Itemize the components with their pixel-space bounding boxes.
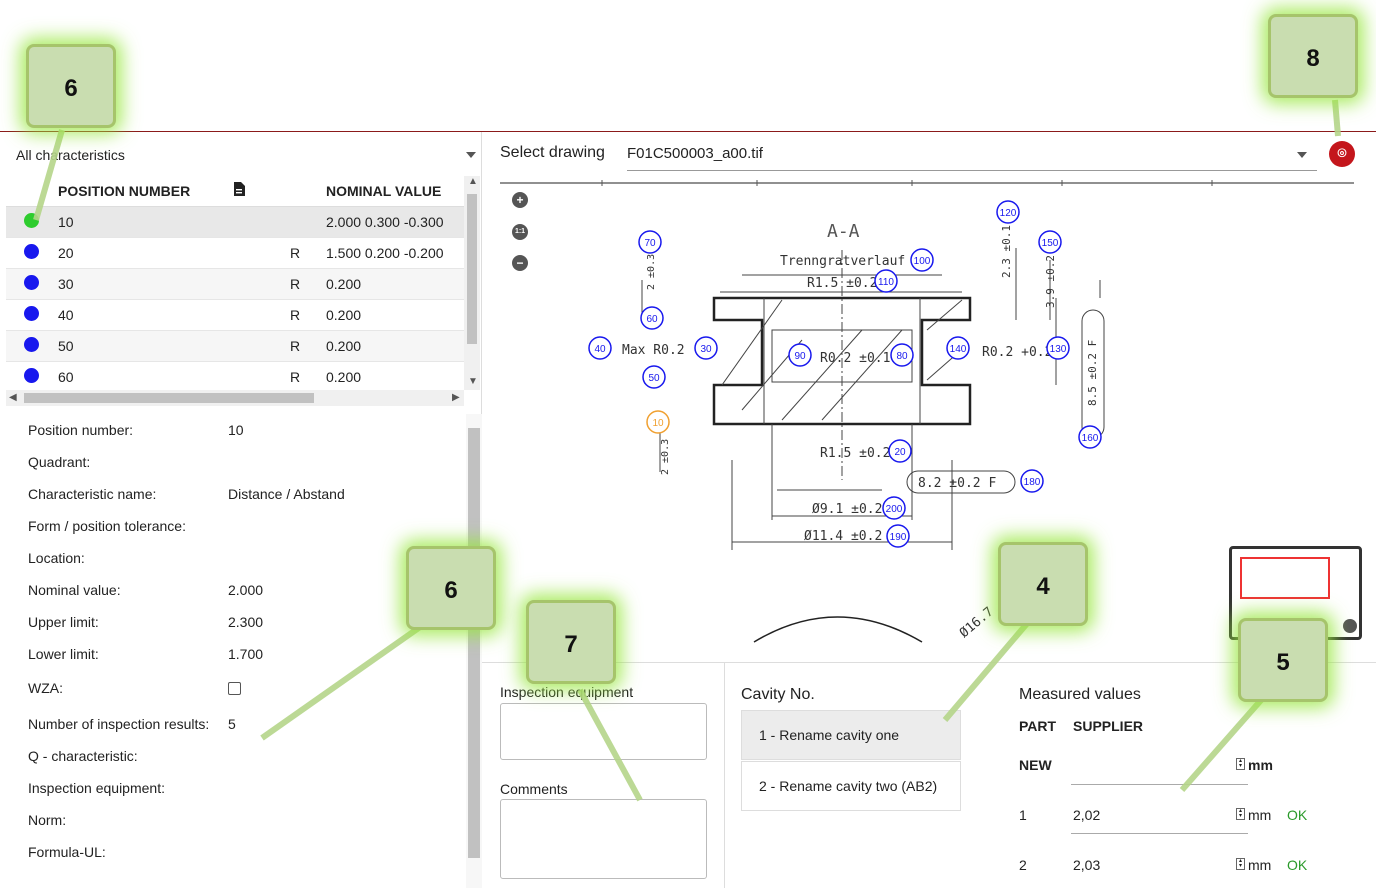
callout-pointers <box>33 99 1341 802</box>
callout-6-mid: 6 <box>406 546 496 630</box>
callout-6-top: 6 <box>26 44 116 128</box>
callout-5: 5 <box>1238 618 1328 702</box>
callout-7: 7 <box>526 600 616 684</box>
callout-8: 8 <box>1268 14 1358 98</box>
callout-4: 4 <box>998 542 1088 626</box>
